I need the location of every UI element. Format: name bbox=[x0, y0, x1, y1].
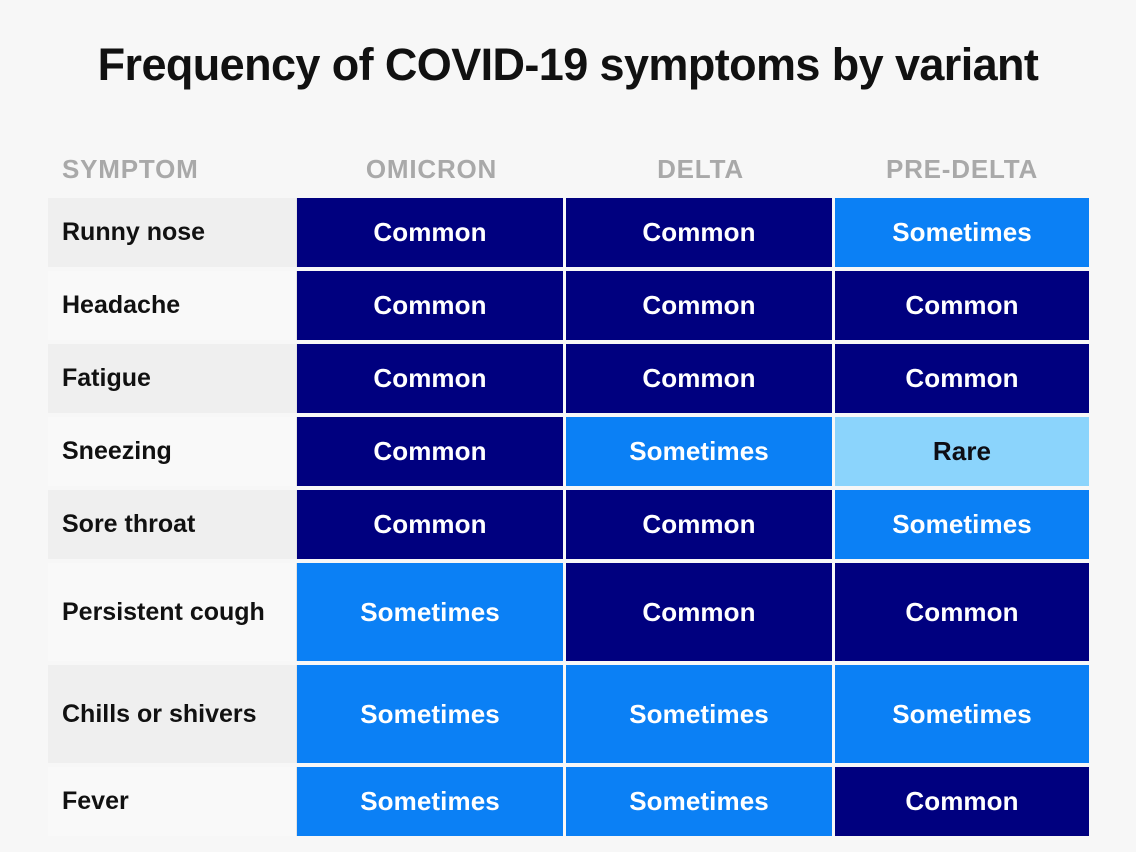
cell-pre-delta: Common bbox=[835, 563, 1089, 661]
cell-pre-delta: Sometimes bbox=[835, 665, 1089, 763]
cell-omicron: Common bbox=[297, 490, 566, 559]
symptom-frequency-table: SYMPTOM OMICRON DELTA PRE-DELTA Runny no… bbox=[48, 140, 1089, 836]
cell-pre-delta: Sometimes bbox=[835, 198, 1089, 267]
column-header-symptom: SYMPTOM bbox=[62, 153, 199, 184]
symptom-label: Fatigue bbox=[48, 344, 297, 413]
cell-omicron: Common bbox=[297, 344, 566, 413]
cell-delta: Common bbox=[566, 344, 835, 413]
cell-omicron: Sometimes bbox=[297, 767, 566, 836]
cell-delta: Common bbox=[566, 198, 835, 267]
cell-delta: Sometimes bbox=[566, 767, 835, 836]
column-header-pre-delta: PRE-DELTA bbox=[885, 153, 1039, 184]
column-header-omicron: OMICRON bbox=[365, 153, 498, 184]
cell-delta: Common bbox=[566, 490, 835, 559]
cell-pre-delta: Common bbox=[835, 767, 1089, 836]
symptom-label: Persistent cough bbox=[48, 563, 297, 661]
cell-omicron: Common bbox=[297, 417, 566, 486]
cell-delta: Common bbox=[566, 271, 835, 340]
table-row: Fever Sometimes Sometimes Common bbox=[48, 767, 1089, 836]
symptom-label: Sneezing bbox=[48, 417, 297, 486]
symptom-label: Chills or shivers bbox=[48, 665, 297, 763]
table-row: Sore throat Common Common Sometimes bbox=[48, 490, 1089, 559]
cell-omicron: Sometimes bbox=[297, 563, 566, 661]
symptom-label: Headache bbox=[48, 271, 297, 340]
cell-omicron: Common bbox=[297, 271, 566, 340]
table-row: Headache Common Common Common bbox=[48, 271, 1089, 340]
cell-pre-delta: Rare bbox=[835, 417, 1089, 486]
cell-pre-delta: Common bbox=[835, 271, 1089, 340]
table-body: Runny nose Common Common Sometimes Heada… bbox=[48, 198, 1089, 836]
cell-delta: Common bbox=[566, 563, 835, 661]
table-row: Chills or shivers Sometimes Sometimes So… bbox=[48, 665, 1089, 763]
symptom-label: Sore throat bbox=[48, 490, 297, 559]
table-header-row: SYMPTOM OMICRON DELTA PRE-DELTA bbox=[48, 140, 1088, 198]
column-header-delta: DELTA bbox=[657, 153, 744, 184]
table-row: Fatigue Common Common Common bbox=[48, 344, 1089, 413]
table-row: Runny nose Common Common Sometimes bbox=[48, 198, 1089, 267]
cell-pre-delta: Sometimes bbox=[835, 490, 1089, 559]
symptom-label: Runny nose bbox=[48, 198, 297, 267]
cell-omicron: Sometimes bbox=[297, 665, 566, 763]
cell-omicron: Common bbox=[297, 198, 566, 267]
table-row: Persistent cough Sometimes Common Common bbox=[48, 563, 1089, 661]
cell-pre-delta: Common bbox=[835, 344, 1089, 413]
cell-delta: Sometimes bbox=[566, 417, 835, 486]
table-row: Sneezing Common Sometimes Rare bbox=[48, 417, 1089, 486]
symptom-label: Fever bbox=[48, 767, 297, 836]
page-title: Frequency of COVID-19 symptoms by varian… bbox=[97, 39, 1039, 90]
cell-delta: Sometimes bbox=[566, 665, 835, 763]
infographic-page: Frequency of COVID-19 symptoms by varian… bbox=[0, 0, 1136, 852]
